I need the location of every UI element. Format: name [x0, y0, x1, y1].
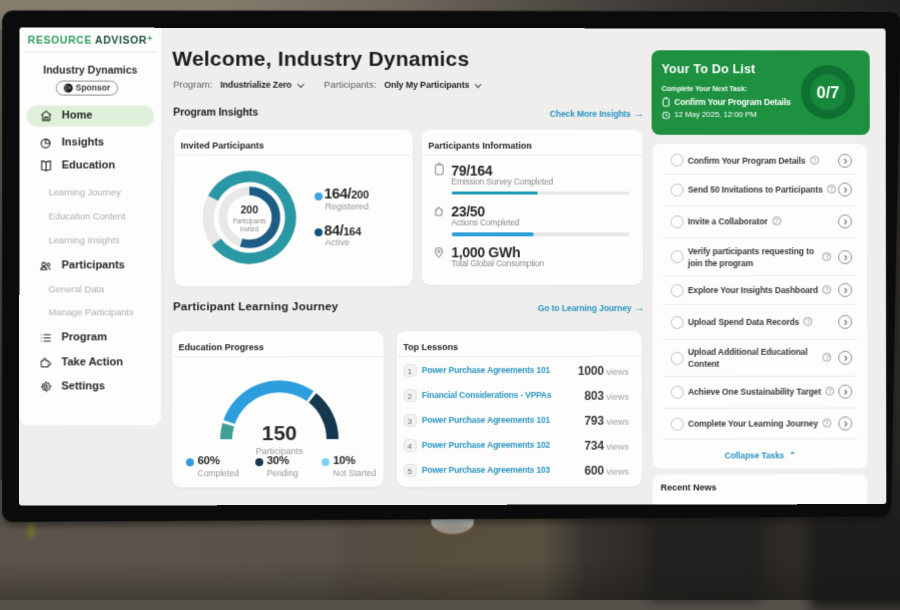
svg-text:200: 200 — [240, 204, 258, 216]
svg-text:0/7: 0/7 — [817, 84, 840, 103]
svg-text:Participants: Participants — [232, 218, 265, 225]
svg-text:150: 150 — [261, 422, 296, 445]
svg-text:Invited: Invited — [240, 226, 259, 233]
